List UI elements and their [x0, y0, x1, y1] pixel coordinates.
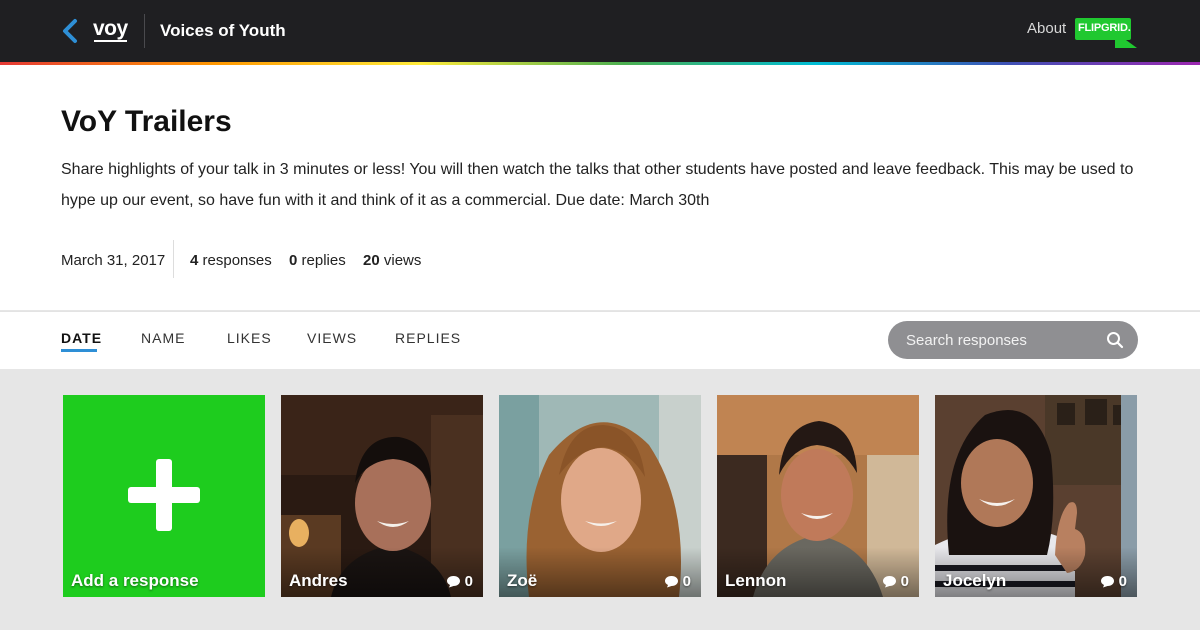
nav-divider — [144, 14, 145, 48]
meta-divider — [173, 240, 174, 278]
topic-description: Share highlights of your talk in 3 minut… — [61, 161, 1134, 209]
reply-count-value: 0 — [464, 573, 473, 590]
back-chevron-icon[interactable] — [58, 18, 84, 44]
add-response-label: Add a response — [71, 571, 199, 590]
response-card-zoe[interactable]: Zoë 0 — [499, 395, 701, 597]
comment-bubble-icon — [1100, 576, 1114, 588]
reply-count-value: 0 — [900, 573, 909, 590]
about-link[interactable]: About — [1027, 20, 1066, 37]
topic-date: March 31, 2017 — [61, 252, 166, 269]
reply-count: 0 — [882, 573, 909, 590]
search-placeholder: Search responses — [906, 332, 1027, 349]
views-stat: 20 views — [363, 252, 421, 269]
tab-date[interactable]: DATE — [61, 330, 102, 346]
response-author: Jocelyn — [943, 571, 1007, 590]
comment-bubble-icon — [882, 576, 896, 588]
response-author: Zoë — [507, 571, 538, 590]
active-tab-underline — [61, 349, 97, 352]
responses-label: responses — [202, 252, 272, 269]
topic-title: VoY Trailers — [61, 105, 232, 138]
response-author: Andres — [289, 571, 348, 590]
tab-replies[interactable]: REPLIES — [395, 330, 461, 346]
replies-count: 0 — [289, 252, 298, 269]
flipgrid-logo[interactable]: FLIPGRID. — [1075, 18, 1139, 50]
brand-underline — [94, 40, 127, 42]
add-response-button[interactable]: Add a response — [63, 395, 265, 597]
response-card-jocelyn[interactable]: Jocelyn 0 — [935, 395, 1137, 597]
replies-label: replies — [301, 252, 346, 269]
response-author: Lennon — [725, 571, 787, 590]
replies-stat: 0 replies — [289, 252, 346, 269]
flipgrid-logo-text: FLIPGRID. — [1078, 22, 1131, 34]
reply-count: 0 — [1100, 573, 1127, 590]
group-title[interactable]: Voices of Youth — [160, 21, 286, 41]
reply-count: 0 — [664, 573, 691, 590]
views-label: views — [383, 252, 422, 269]
response-card-lennon[interactable]: Lennon 0 — [717, 395, 919, 597]
responses-stat: 4 responses — [190, 252, 272, 269]
tab-views[interactable]: VIEWS — [307, 330, 357, 346]
reply-count-value: 0 — [682, 573, 691, 590]
reply-count: 0 — [446, 573, 473, 590]
tab-name[interactable]: NAME — [141, 330, 185, 346]
comment-bubble-icon — [446, 576, 460, 588]
reply-count-value: 0 — [1118, 573, 1127, 590]
top-nav-bar: voy Voices of Youth About FLIPGRID. — [0, 0, 1200, 62]
voy-brand-logo[interactable]: voy — [93, 17, 128, 41]
comment-bubble-icon — [664, 576, 678, 588]
search-icon[interactable] — [1106, 331, 1124, 349]
tab-likes[interactable]: LIKES — [227, 330, 272, 346]
responses-count: 4 — [190, 252, 199, 269]
response-card-andres[interactable]: Andres 0 — [281, 395, 483, 597]
plus-icon-bar — [128, 487, 200, 503]
search-input[interactable]: Search responses — [888, 321, 1138, 359]
views-count: 20 — [363, 252, 380, 269]
